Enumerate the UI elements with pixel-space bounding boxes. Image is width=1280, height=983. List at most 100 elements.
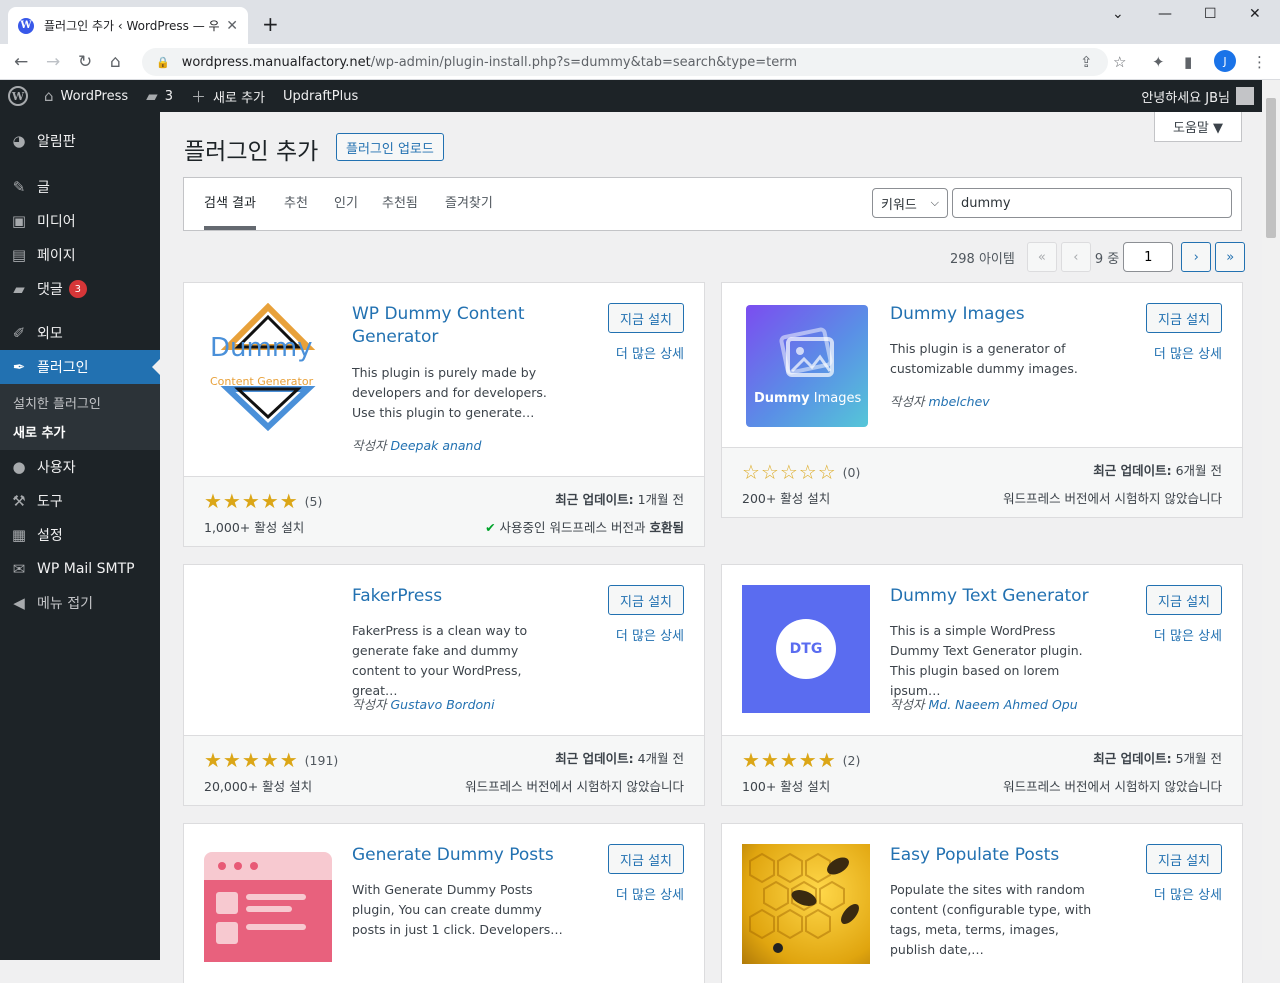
first-page-button[interactable]: « xyxy=(1026,242,1057,272)
help-button[interactable]: 도움말 ▼ xyxy=(1154,112,1242,142)
settings-icon: ▦ xyxy=(11,526,27,544)
install-now-button[interactable]: 지금 설치 xyxy=(608,844,684,874)
forward-icon[interactable]: → xyxy=(46,52,60,72)
search-type-select[interactable]: 키워드 ⌵ xyxy=(872,188,948,218)
adminbar-updraftplus[interactable]: UpdraftPlus xyxy=(283,89,358,104)
submenu-installed-plugins[interactable]: 설치한 플러그인 xyxy=(0,388,160,417)
plugin-search-input[interactable] xyxy=(952,188,1232,218)
adminbar-account[interactable]: 안녕하세요 JB님 xyxy=(1141,87,1254,106)
tab-recommended[interactable]: 추천됨 xyxy=(382,192,418,230)
bookmark-star-icon[interactable]: ☆ xyxy=(1113,53,1126,71)
tab-featured[interactable]: 추천 xyxy=(284,192,308,230)
sidebar-item-users[interactable]: ● 사용자 xyxy=(0,450,160,484)
reload-icon[interactable]: ↻ xyxy=(78,52,92,72)
adminbar-comments[interactable]: ▰ 3 xyxy=(146,87,173,105)
browser-tab[interactable]: W 플러그인 추가 ‹ WordPress — 우 ✕ xyxy=(8,7,248,44)
more-details-link[interactable]: 더 많은 상세 xyxy=(616,343,684,362)
adminbar-new[interactable]: ＋ 새로 추가 xyxy=(191,86,265,107)
sidebar-item-appearance[interactable]: ✐ 외모 xyxy=(0,316,160,350)
plugin-card: Dummy Content Generator WP Dummy Content… xyxy=(183,282,705,547)
next-page-button[interactable]: › xyxy=(1181,242,1212,272)
sidebar-item-posts[interactable]: ✎ 글 xyxy=(0,170,160,204)
scrollbar-thumb[interactable] xyxy=(1266,98,1276,238)
chevron-down-icon: ⌵ xyxy=(930,196,939,209)
plugin-author: 작성자 Deepak anand xyxy=(352,435,481,454)
compatibility: ✔ 사용중인 워드프레스 버전과 호환됨 xyxy=(485,517,684,536)
author-link[interactable]: Md. Naeem Ahmed Opu xyxy=(929,697,1078,712)
pagination: 298 아이템 « ‹ 9 중 › » xyxy=(950,242,1246,272)
prev-page-button[interactable]: ‹ xyxy=(1060,242,1091,272)
side-panel-icon[interactable]: ▮ xyxy=(1184,53,1192,71)
author-link[interactable]: mbelchev xyxy=(929,394,990,409)
adminbar-comment-count: 3 xyxy=(164,88,173,104)
current-page-input[interactable] xyxy=(1123,242,1174,272)
page-title: 플러그인 추가 xyxy=(184,139,319,165)
lock-icon[interactable]: 🔒 xyxy=(156,56,170,69)
submenu-add-new[interactable]: 새로 추가 xyxy=(0,417,160,446)
sidebar-item-wp-mail-smtp[interactable]: ✉ WP Mail SMTP xyxy=(0,552,160,586)
wordpress-logo-icon[interactable]: W xyxy=(8,86,28,106)
close-window-icon[interactable]: ✕ xyxy=(1249,6,1261,22)
sidebar-item-label: 미디어 xyxy=(37,214,76,230)
sidebar-item-media[interactable]: ▣ 미디어 xyxy=(0,204,160,238)
wrench-icon: ⚒ xyxy=(12,492,26,510)
plugin-name[interactable]: FakerPress xyxy=(352,585,602,608)
more-details-link[interactable]: 더 많은 상세 xyxy=(616,884,684,903)
share-icon[interactable]: ⇪ xyxy=(1080,53,1093,71)
extensions-icon[interactable]: ✦ xyxy=(1152,53,1165,71)
maximize-icon[interactable]: ☐ xyxy=(1204,6,1217,22)
tab-search-icon[interactable]: ⌄ xyxy=(1112,6,1124,22)
install-now-button[interactable]: 지금 설치 xyxy=(1146,585,1222,615)
browser-menu-icon[interactable]: ⋮ xyxy=(1252,53,1267,71)
plugin-name[interactable]: Dummy Images xyxy=(890,303,1140,326)
plugin-author: 작성자 Gustavo Bordoni xyxy=(352,694,495,713)
page-scrollbar[interactable] xyxy=(1262,80,1280,960)
sidebar-item-settings[interactable]: ▦ 설정 xyxy=(0,518,160,552)
back-icon[interactable]: ← xyxy=(14,52,28,72)
install-now-button[interactable]: 지금 설치 xyxy=(608,585,684,615)
more-details-link[interactable]: 더 많은 상세 xyxy=(1154,884,1222,903)
address-bar[interactable]: 🔒 wordpress.manualfactory.net/wp-admin/p… xyxy=(142,48,1108,76)
upload-plugin-button[interactable]: 플러그인 업로드 xyxy=(336,133,444,161)
close-tab-icon[interactable]: ✕ xyxy=(226,18,238,34)
sidebar-item-dashboard[interactable]: ◕ 알림판 xyxy=(0,124,160,158)
install-now-button[interactable]: 지금 설치 xyxy=(1146,844,1222,874)
home-icon[interactable]: ⌂ xyxy=(110,52,121,72)
install-now-button[interactable]: 지금 설치 xyxy=(1146,303,1222,333)
admin-sidebar: ◕ 알림판 ✎ 글 ▣ 미디어 ▤ 페이지 ▰ 댓글 3 ✐ 외모 ✒ 플러그인 설치한 플러그… xyxy=(0,112,160,960)
plugin-name[interactable]: WP Dummy Content Generator xyxy=(352,303,602,349)
rating-count: (5) xyxy=(304,493,323,509)
new-tab-icon[interactable]: + xyxy=(262,12,279,36)
sidebar-item-pages[interactable]: ▤ 페이지 xyxy=(0,238,160,272)
sidebar-item-comments[interactable]: ▰ 댓글 3 xyxy=(0,272,160,306)
more-details-link[interactable]: 더 많은 상세 xyxy=(1154,343,1222,362)
profile-avatar[interactable]: J xyxy=(1214,50,1236,72)
plugin-card-footer: ★★★★★ (5) 1,000+ 활성 설치 최근 업데이트: 1개월 전 ✔ 사용… xyxy=(184,476,704,546)
sidebar-item-plugins[interactable]: ✒ 플러그인 xyxy=(0,350,160,384)
author-link[interactable]: Gustavo Bordoni xyxy=(391,697,495,712)
logo-text: DTG xyxy=(776,619,836,679)
last-page-button[interactable]: » xyxy=(1215,242,1246,272)
more-details-link[interactable]: 더 많은 상세 xyxy=(1154,625,1222,644)
logo-text-regular: Images xyxy=(809,391,862,406)
author-link[interactable]: Deepak anand xyxy=(391,438,482,453)
sidebar-item-tools[interactable]: ⚒ 도구 xyxy=(0,484,160,518)
wp-admin-bar: W ⌂ WordPress ▰ 3 ＋ 새로 추가 UpdraftPlus 안녕하세요… xyxy=(0,80,1262,112)
tab-search-results[interactable]: 검색 결과 xyxy=(204,192,256,230)
active-installs: 1,000+ 활성 설치 xyxy=(204,520,305,535)
tab-popular[interactable]: 인기 xyxy=(334,192,358,230)
sidebar-item-collapse[interactable]: ◀ 메뉴 접기 xyxy=(0,586,160,620)
tab-favorites[interactable]: 즐겨찾기 xyxy=(445,192,493,230)
plugin-filter-bar: 검색 결과 추천 인기 추천됨 즐겨찾기 키워드 ⌵ xyxy=(183,177,1242,231)
plugin-name[interactable]: Generate Dummy Posts xyxy=(352,844,602,867)
plus-icon: ＋ xyxy=(191,87,207,106)
updated-label: 최근 업데이트: xyxy=(555,492,634,507)
install-now-button[interactable]: 지금 설치 xyxy=(608,303,684,333)
pin-icon: ✎ xyxy=(12,178,26,196)
plugin-name[interactable]: Dummy Text Generator xyxy=(890,585,1140,608)
adminbar-site[interactable]: ⌂ WordPress xyxy=(44,87,128,105)
plugin-name[interactable]: Easy Populate Posts xyxy=(890,844,1140,867)
minimize-icon[interactable]: — xyxy=(1158,6,1172,22)
more-details-link[interactable]: 더 많은 상세 xyxy=(616,625,684,644)
sidebar-item-label: 메뉴 접기 xyxy=(37,596,93,612)
